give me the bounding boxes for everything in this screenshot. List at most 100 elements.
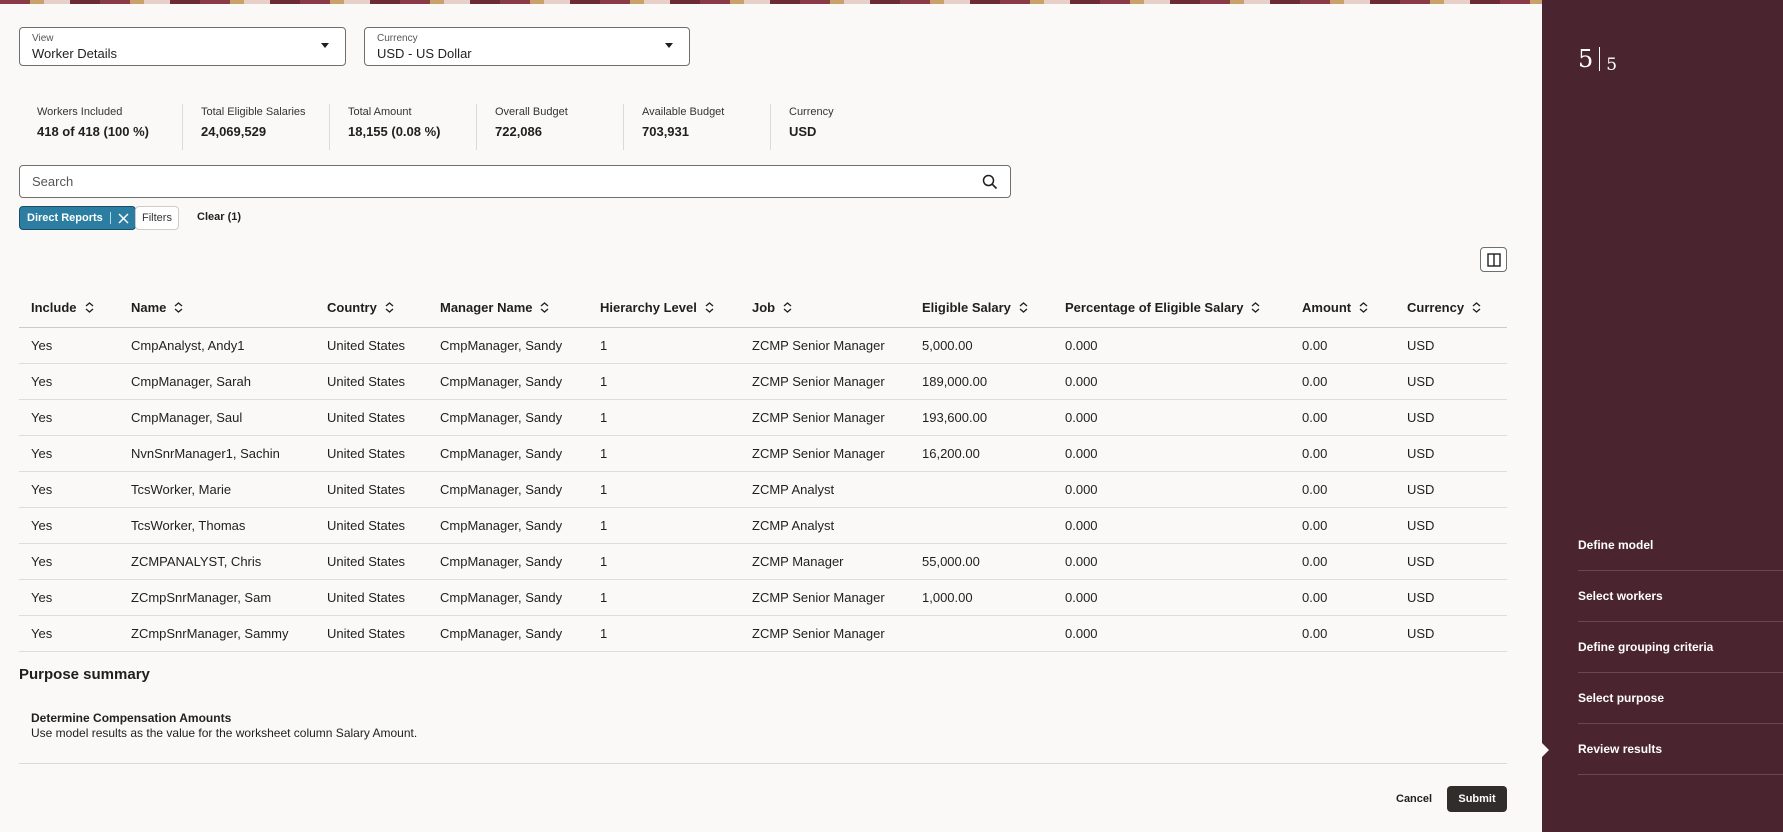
- table-cell: CmpManager, Sandy: [428, 471, 588, 508]
- table-row[interactable]: Yes TcsWorker, Thomas United States CmpMana…: [19, 507, 1507, 544]
- sort-icon[interactable]: [783, 301, 792, 316]
- column-header[interactable]: Include: [19, 290, 119, 328]
- table-cell: 0.00: [1290, 399, 1395, 436]
- cancel-button[interactable]: Cancel: [1384, 786, 1444, 812]
- metric-workers-included: Workers Included 418 of 418 (100 %): [19, 104, 182, 150]
- column-header[interactable]: Manager Name: [428, 290, 588, 328]
- column-header[interactable]: Hierarchy Level: [588, 290, 740, 328]
- table-cell: 0.00: [1290, 579, 1395, 616]
- table-cell: CmpManager, Sandy: [428, 363, 588, 400]
- sort-icon[interactable]: [385, 301, 394, 316]
- clear-filters-button[interactable]: Clear (1): [190, 206, 248, 230]
- sort-icon[interactable]: [705, 301, 714, 316]
- table-cell: 5,000.00: [910, 327, 1053, 364]
- filters-button[interactable]: Filters: [135, 206, 179, 230]
- table-cell: CmpManager, Sandy: [428, 579, 588, 616]
- sort-icon[interactable]: [1472, 301, 1481, 316]
- table-cell: 16,200.00: [910, 435, 1053, 472]
- chip-divider: [109, 212, 111, 224]
- sort-icon[interactable]: [85, 301, 94, 316]
- table-cell: ZCMP Senior Manager: [740, 435, 910, 472]
- table-cell: ZCmpSnrManager, Sam: [119, 579, 315, 616]
- table-row[interactable]: Yes ZCmpSnrManager, Sam United States CmpMa…: [19, 579, 1507, 616]
- table-cell: 0.00: [1290, 435, 1395, 472]
- step-select-purpose[interactable]: Select purpose: [1578, 673, 1783, 724]
- step-review-results[interactable]: Review results: [1578, 724, 1783, 775]
- table-row[interactable]: Yes ZCmpSnrManager, Sammy United States Cmp…: [19, 615, 1507, 652]
- table-cell: United States: [315, 471, 428, 508]
- table-cell: USD: [1395, 543, 1507, 580]
- metric-label: Available Budget: [642, 106, 725, 118]
- column-header[interactable]: Job: [740, 290, 910, 328]
- table-row[interactable]: Yes NvnSnrManager1, Sachin United States Cm…: [19, 435, 1507, 472]
- table-cell: 0.00: [1290, 363, 1395, 400]
- metric-value: 418 of 418 (100 %): [37, 124, 150, 139]
- step-define-grouping-criteria[interactable]: Define grouping criteria: [1578, 622, 1783, 673]
- sort-icon[interactable]: [1251, 301, 1260, 316]
- search-icon[interactable]: [982, 174, 998, 190]
- table-cell: ZCMP Analyst: [740, 471, 910, 508]
- chevron-down-icon: [321, 43, 329, 48]
- column-header[interactable]: Eligible Salary: [910, 290, 1053, 328]
- filter-chip-direct-reports[interactable]: Direct Reports: [19, 206, 136, 230]
- column-header[interactable]: Country: [315, 290, 428, 328]
- table-cell: USD: [1395, 471, 1507, 508]
- current-step-pointer: [1542, 743, 1549, 757]
- table-cell: USD: [1395, 327, 1507, 364]
- table-row[interactable]: Yes CmpManager, Saul United States CmpManag…: [19, 399, 1507, 436]
- purpose-summary-title: Purpose summary: [19, 666, 150, 683]
- column-header[interactable]: Currency: [1395, 290, 1507, 328]
- table-row[interactable]: Yes ZCMPANALYST, Chris United States CmpMan…: [19, 543, 1507, 580]
- metric-label: Currency: [789, 106, 834, 118]
- table-cell: Yes: [19, 615, 119, 652]
- table-cell: Yes: [19, 507, 119, 544]
- sort-icon[interactable]: [1359, 301, 1368, 316]
- view-select[interactable]: View Worker Details: [19, 27, 346, 66]
- summary-metrics: Workers Included 418 of 418 (100 %) Tota…: [19, 104, 890, 150]
- metric-label: Total Amount: [348, 106, 412, 118]
- sort-icon[interactable]: [540, 301, 549, 316]
- table-row[interactable]: Yes CmpManager, Sarah United States CmpMana…: [19, 363, 1507, 400]
- submit-button[interactable]: Submit: [1447, 786, 1507, 812]
- close-icon[interactable]: [118, 212, 129, 224]
- table-cell: 1: [588, 615, 740, 652]
- table-cell: CmpManager, Sandy: [428, 507, 588, 544]
- filter-chip-label: Direct Reports: [27, 212, 103, 224]
- table-cell: 0.000: [1053, 507, 1290, 544]
- table-cell: USD: [1395, 399, 1507, 436]
- table-cell: 0.000: [1053, 543, 1290, 580]
- step-define-model[interactable]: Define model: [1578, 520, 1783, 571]
- table-row[interactable]: Yes CmpAnalyst, Andy1 United States CmpMana…: [19, 327, 1507, 364]
- results-table: Include Name Country Manager Name Hierarchy …: [19, 290, 1507, 652]
- table-cell: ZCmpSnrManager, Sammy: [119, 615, 315, 652]
- search-input[interactable]: [20, 166, 920, 197]
- table-row[interactable]: Yes TcsWorker, Marie United States CmpManag…: [19, 471, 1507, 508]
- table-cell: ZCMP Manager: [740, 543, 910, 580]
- table-cell: USD: [1395, 615, 1507, 652]
- current-step: 5: [1578, 45, 1594, 73]
- column-header[interactable]: Amount: [1290, 290, 1395, 328]
- table-cell: CmpManager, Sarah: [119, 363, 315, 400]
- table-cell: TcsWorker, Marie: [119, 471, 315, 508]
- table-cell: ZCMP Senior Manager: [740, 399, 910, 436]
- view-select-value: Worker Details: [32, 46, 118, 61]
- sort-icon[interactable]: [174, 301, 183, 316]
- step-select-workers[interactable]: Select workers: [1578, 571, 1783, 622]
- currency-select[interactable]: Currency USD - US Dollar: [364, 27, 690, 66]
- table-cell: 0.000: [1053, 471, 1290, 508]
- metric-value: 18,155 (0.08 %): [348, 124, 441, 139]
- column-header[interactable]: Name: [119, 290, 315, 328]
- table-cell: TcsWorker, Thomas: [119, 507, 315, 544]
- column-layout-button[interactable]: [1480, 247, 1507, 272]
- table-cell: 1,000.00: [910, 579, 1053, 616]
- column-header[interactable]: Percentage of Eligible Salary: [1053, 290, 1290, 328]
- table-cell: 1: [588, 435, 740, 472]
- table-body: Yes CmpAnalyst, Andy1 United States CmpMana…: [19, 327, 1507, 652]
- table-cell: 193,600.00: [910, 399, 1053, 436]
- step-list: Define model Select workers Define group…: [1578, 520, 1783, 775]
- column-header-label: Country: [327, 300, 377, 316]
- table-cell: United States: [315, 435, 428, 472]
- view-select-label: View: [32, 33, 54, 44]
- sort-icon[interactable]: [1019, 301, 1028, 316]
- metric-value: 703,931: [642, 124, 689, 139]
